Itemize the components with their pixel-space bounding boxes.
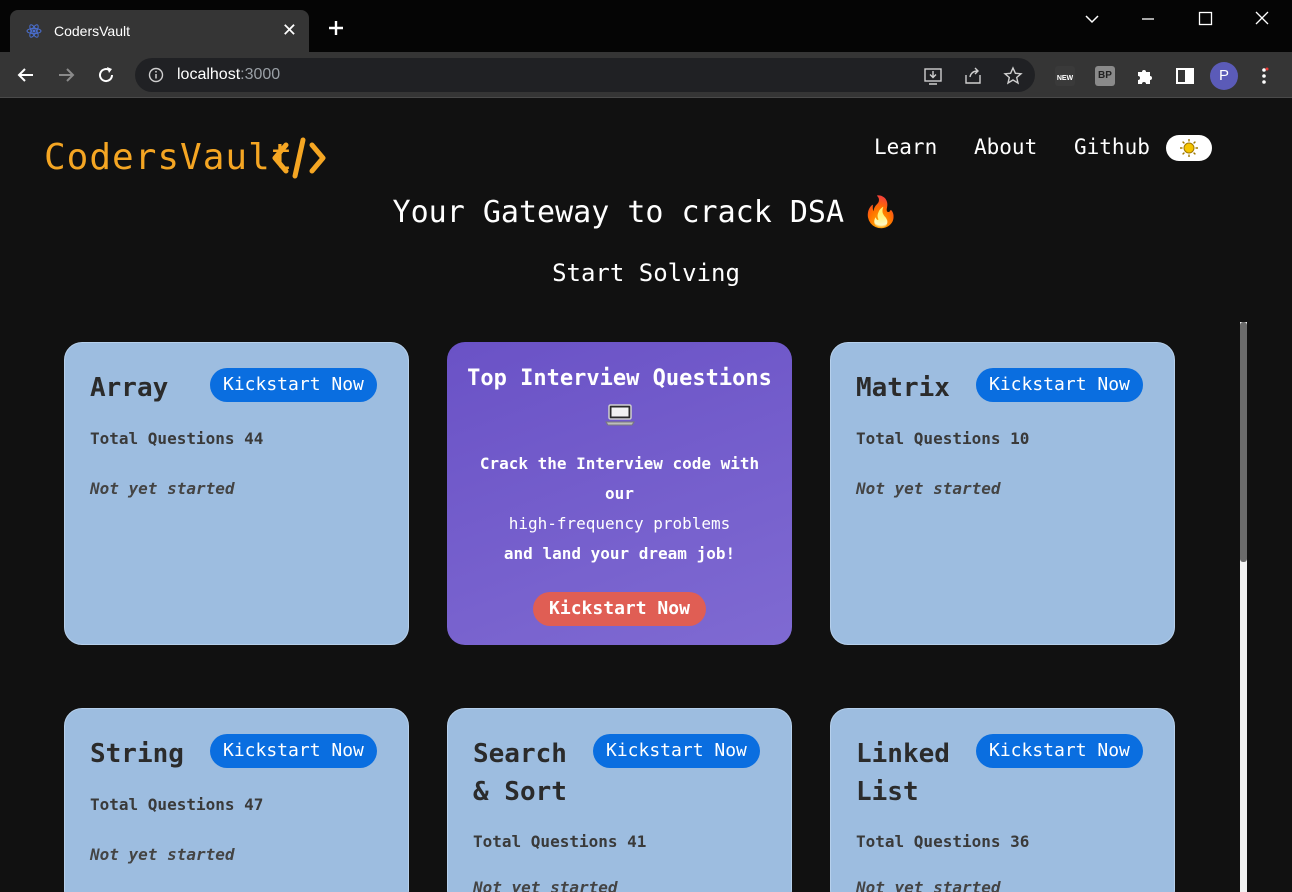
total-questions: Total Questions 47 [90, 795, 264, 814]
site-logo-text[interactable]: CodersVault [44, 137, 293, 178]
feature-line: Crack the Interview code with [479, 454, 760, 473]
extensions-puzzle-icon[interactable] [1135, 66, 1155, 86]
back-icon[interactable] [15, 64, 37, 86]
page-content: CodersVault Learn About Github Your Gate… [0, 99, 1292, 892]
share-icon[interactable] [963, 66, 983, 86]
scrollbar-thumb[interactable] [1240, 322, 1247, 562]
extension-new-icon[interactable]: NEW [1055, 66, 1075, 86]
nav-about[interactable]: About [974, 135, 1037, 159]
react-favicon-icon [26, 24, 42, 38]
tab-close-icon[interactable]: ✕ [282, 20, 297, 40]
card-title: String [90, 739, 184, 769]
topic-card-matrix[interactable]: Matrix Kickstart Now Total Questions 10 … [830, 342, 1175, 645]
progress-status: Not yet started [473, 878, 618, 892]
reload-icon[interactable] [95, 64, 117, 86]
card-title: Matrix [856, 373, 950, 403]
url-text: localhost:3000 [177, 66, 280, 84]
topic-card-string[interactable]: String Kickstart Now Total Questions 47 … [64, 708, 409, 892]
browser-tab[interactable]: CodersVault ✕ [10, 10, 309, 52]
feature-kickstart-button[interactable]: Kickstart Now [533, 592, 706, 626]
maximize-icon[interactable] [1193, 8, 1217, 30]
topic-card-array[interactable]: Array Kickstart Now Total Questions 44 N… [64, 342, 409, 645]
top-interview-card[interactable]: Top Interview Questions Crack the Interv… [447, 342, 792, 645]
new-tab-icon[interactable] [326, 18, 346, 38]
progress-status: Not yet started [90, 845, 235, 864]
url-port: :3000 [240, 66, 281, 83]
code-brackets-icon [272, 137, 326, 179]
kickstart-button[interactable]: Kickstart Now [593, 734, 760, 768]
close-window-icon[interactable] [1250, 8, 1274, 30]
feature-line: and land your dream job! [503, 544, 736, 563]
feature-title: Top Interview Questions [467, 366, 772, 391]
total-questions: Total Questions 41 [473, 832, 647, 851]
nav-github[interactable]: Github [1074, 135, 1150, 159]
hero-heading: Your Gateway to crack DSA 🔥 [392, 195, 900, 230]
topic-card-search-sort[interactable]: Search & Sort Kickstart Now Total Questi… [447, 708, 792, 892]
feature-line: our [605, 484, 634, 503]
topic-card-linked-list[interactable]: Linked List Kickstart Now Total Question… [830, 708, 1175, 892]
card-title-line: Linked [856, 739, 950, 769]
card-title: Array [90, 373, 169, 403]
card-title-line: & Sort [473, 777, 567, 807]
start-solving-heading: Start Solving [552, 259, 740, 287]
site-info-icon[interactable] [148, 67, 164, 83]
kickstart-button[interactable]: Kickstart Now [210, 368, 377, 402]
total-questions: Total Questions 36 [856, 832, 1030, 851]
profile-avatar[interactable]: P [1210, 62, 1238, 90]
bookmark-star-icon[interactable] [1003, 66, 1023, 86]
progress-status: Not yet started [856, 878, 1001, 892]
theme-toggle[interactable] [1166, 135, 1212, 161]
forward-icon[interactable] [55, 64, 77, 86]
address-bar[interactable]: localhost:3000 [135, 58, 1035, 92]
sun-icon [1180, 139, 1198, 157]
feature-line: high-frequency problems [508, 514, 731, 533]
browser-menu-icon[interactable] [1256, 66, 1272, 86]
kickstart-button[interactable]: Kickstart Now [210, 734, 377, 768]
tab-title: CodersVault [54, 23, 131, 39]
total-questions: Total Questions 44 [90, 429, 264, 448]
minimize-icon[interactable] [1136, 8, 1160, 30]
laptop-icon [605, 404, 635, 426]
card-title-line: List [856, 777, 919, 807]
url-host: localhost [177, 66, 241, 83]
progress-status: Not yet started [856, 479, 1001, 498]
kickstart-button[interactable]: Kickstart Now [976, 734, 1143, 768]
browser-tabstrip: CodersVault ✕ [0, 0, 1292, 52]
card-title-line: Search [473, 739, 567, 769]
side-panel-icon[interactable] [1175, 66, 1195, 86]
progress-status: Not yet started [90, 479, 235, 498]
total-questions: Total Questions 10 [856, 429, 1030, 448]
install-app-icon[interactable] [923, 66, 943, 86]
tab-search-icon[interactable] [1080, 8, 1104, 30]
extension-bp-icon[interactable]: BP [1095, 66, 1115, 86]
kickstart-button[interactable]: Kickstart Now [976, 368, 1143, 402]
nav-learn[interactable]: Learn [874, 135, 937, 159]
